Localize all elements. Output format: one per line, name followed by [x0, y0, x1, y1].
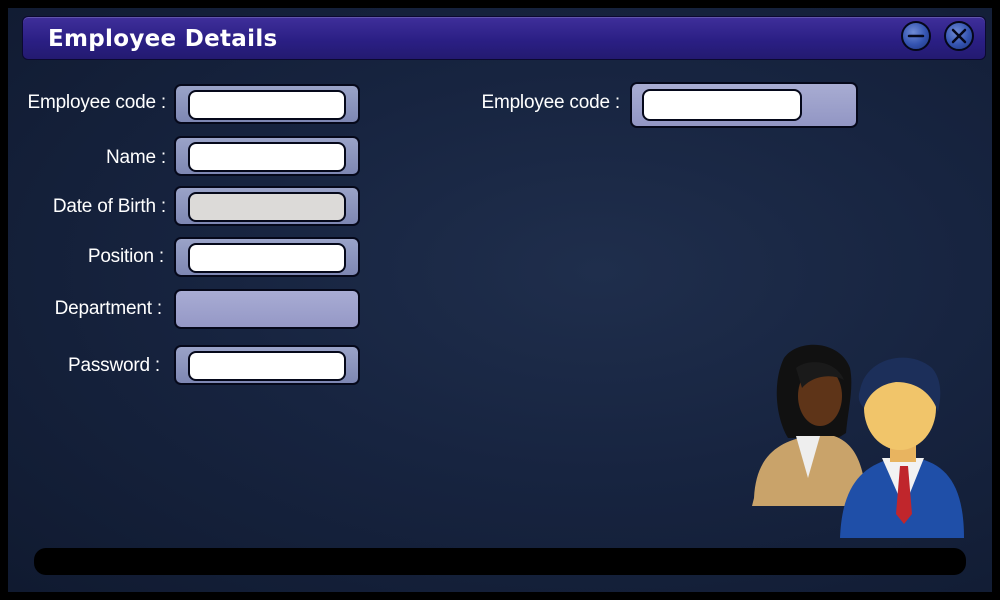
right-employee-code-frame [630, 82, 858, 128]
employee-code-label: Employee code : [27, 92, 166, 113]
right-employee-code-label: Employee code : [481, 92, 620, 113]
name-label: Name : [105, 147, 166, 168]
title-bar: Employee Details [22, 16, 986, 60]
minimize-button[interactable] [901, 21, 931, 51]
window-title: Employee Details [48, 26, 278, 52]
employee-code-frame [174, 84, 360, 124]
password-input[interactable] [188, 351, 346, 381]
employee-code-input[interactable] [188, 90, 346, 120]
employee-details-window: Employee Details Employee code : Name : … [8, 8, 992, 592]
date-of-birth-label: Date of Birth : [52, 196, 166, 217]
right-employee-code-input[interactable] [642, 89, 802, 121]
department-label: Department : [54, 298, 163, 319]
status-bar [34, 548, 966, 575]
date-of-birth-input[interactable] [188, 192, 346, 222]
minimize-icon [907, 34, 925, 38]
name-input[interactable] [188, 142, 346, 172]
position-input[interactable] [188, 243, 346, 273]
close-button[interactable] [944, 21, 974, 51]
users-icon [752, 344, 964, 538]
date-of-birth-frame [174, 186, 360, 226]
department-field[interactable] [174, 289, 360, 329]
position-label: Position : [87, 246, 164, 267]
password-label: Password : [68, 355, 160, 376]
position-frame [174, 237, 360, 277]
password-frame [174, 345, 360, 385]
close-icon [951, 28, 967, 44]
name-frame [174, 136, 360, 176]
